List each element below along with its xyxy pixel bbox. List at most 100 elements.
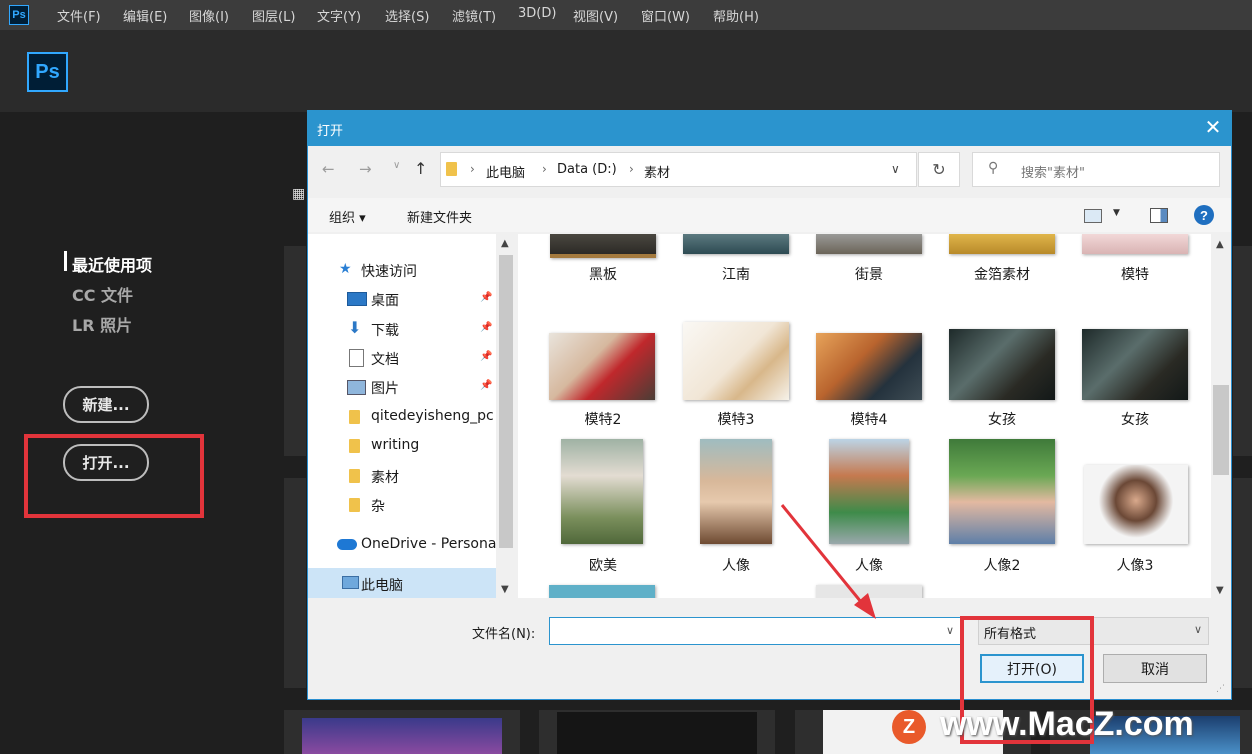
- up-icon[interactable]: ↑: [414, 159, 427, 178]
- file-thumbnail[interactable]: [1082, 234, 1188, 254]
- chevron-right-icon: ›: [629, 162, 634, 176]
- cloud-icon: [337, 539, 357, 550]
- file-thumbnail[interactable]: [816, 333, 922, 400]
- nav-item-folder[interactable]: 杂: [371, 496, 385, 516]
- menu-help[interactable]: 帮助(H): [713, 6, 759, 25]
- pin-icon: 📌: [480, 292, 493, 303]
- file-thumbnail[interactable]: [949, 234, 1055, 254]
- file-thumbnail[interactable]: [816, 234, 922, 254]
- file-thumbnail[interactable]: [949, 329, 1055, 400]
- sidebar-item-cc-files[interactable]: CC 文件: [72, 282, 133, 306]
- file-thumbnail[interactable]: [549, 585, 655, 598]
- download-icon: ⬇: [348, 318, 362, 337]
- nav-item-this-pc[interactable]: 此电脑: [361, 575, 403, 595]
- file-thumbnail[interactable]: [683, 322, 789, 400]
- menu-type[interactable]: 文字(Y): [317, 6, 361, 25]
- chevron-down-icon[interactable]: ▼: [1113, 208, 1120, 218]
- menu-image[interactable]: 图像(I): [189, 6, 229, 25]
- file-name: 金箔素材: [974, 267, 1030, 283]
- recent-thumbnail[interactable]: [1233, 478, 1252, 688]
- search-input[interactable]: [972, 152, 1220, 187]
- chevron-down-icon[interactable]: ∨: [393, 160, 400, 171]
- menu-bar: [0, 0, 1252, 30]
- ps-logo: Ps: [27, 52, 68, 92]
- chevron-down-icon[interactable]: ∨: [946, 624, 954, 637]
- document-icon: [349, 349, 364, 367]
- highlight-box: [24, 434, 204, 518]
- pin-icon: 📌: [480, 322, 493, 333]
- view-options-icon[interactable]: [1084, 209, 1102, 223]
- menu-view[interactable]: 视图(V): [573, 6, 618, 25]
- nav-item-onedrive[interactable]: OneDrive - Persona: [361, 536, 496, 552]
- star-icon: ★: [339, 261, 352, 277]
- chevron-down-icon: ∨: [1193, 623, 1202, 636]
- breadcrumb-folder[interactable]: 素材: [644, 162, 670, 181]
- cancel-button[interactable]: 取消: [1103, 654, 1207, 683]
- nav-item-folder[interactable]: writing: [371, 437, 419, 453]
- content-scrollbar-thumb[interactable]: [1213, 385, 1229, 475]
- nav-item-desktop[interactable]: 桌面: [371, 290, 399, 310]
- sidebar-item-lr-photos[interactable]: LR 照片: [72, 312, 132, 336]
- help-icon[interactable]: ?: [1194, 205, 1214, 225]
- menu-edit[interactable]: 编辑(E): [123, 6, 167, 25]
- file-thumbnail[interactable]: [949, 439, 1055, 544]
- scroll-down-icon[interactable]: ▼: [501, 584, 509, 595]
- close-icon[interactable]: ✕: [1200, 114, 1226, 140]
- scroll-up-icon[interactable]: ▲: [1216, 239, 1224, 250]
- new-button[interactable]: 新建...: [63, 386, 149, 423]
- file-name: 街景: [855, 267, 883, 283]
- nav-item-quick-access[interactable]: 快速访问: [361, 261, 417, 281]
- nav-item-documents[interactable]: 文档: [371, 349, 399, 369]
- search-icon: ⚲: [988, 160, 999, 176]
- scroll-down-icon[interactable]: ▼: [1216, 585, 1224, 596]
- file-thumbnail[interactable]: [561, 439, 643, 544]
- refresh-icon[interactable]: ↻: [918, 152, 960, 187]
- recent-thumbnail[interactable]: [539, 710, 775, 754]
- menu-filter[interactable]: 滤镜(T): [452, 6, 496, 25]
- forward-icon[interactable]: →: [359, 160, 372, 178]
- recent-thumbnail[interactable]: [284, 478, 306, 688]
- back-icon[interactable]: ←: [322, 160, 335, 178]
- nav-item-folder[interactable]: qitedeyisheng_pc: [371, 408, 497, 424]
- organize-button[interactable]: 组织 ▾: [329, 207, 366, 226]
- grid-view-icon[interactable]: ▦: [292, 186, 305, 202]
- file-thumbnail[interactable]: [1084, 465, 1188, 544]
- file-name: 欧美: [589, 558, 617, 574]
- nav-item-pictures[interactable]: 图片: [371, 378, 399, 398]
- preview-pane-icon[interactable]: [1150, 208, 1168, 223]
- file-thumbnail[interactable]: [683, 234, 789, 254]
- menu-file[interactable]: 文件(F): [57, 6, 101, 25]
- recent-thumbnail[interactable]: [284, 710, 520, 754]
- resize-grip-icon[interactable]: ⋰: [1216, 684, 1225, 694]
- chevron-down-icon[interactable]: ∨: [891, 162, 900, 176]
- menu-3d[interactable]: 3D(D): [518, 6, 556, 21]
- menu-layer[interactable]: 图层(L): [252, 6, 295, 25]
- menu-window[interactable]: 窗口(W): [641, 6, 690, 25]
- nav-item-folder[interactable]: 素材: [371, 467, 399, 487]
- nav-item-downloads[interactable]: 下载: [371, 320, 399, 340]
- sidebar-item-recent[interactable]: 最近使用项: [72, 252, 152, 276]
- file-name: 女孩: [1121, 412, 1149, 428]
- file-thumbnail[interactable]: [1082, 329, 1188, 400]
- dialog-titlebar: [307, 110, 1232, 146]
- breadcrumb-drive[interactable]: Data (D:): [557, 162, 617, 177]
- file-thumbnail[interactable]: [700, 439, 772, 544]
- menu-select[interactable]: 选择(S): [385, 6, 429, 25]
- filename-label: 文件名(N):: [472, 627, 536, 642]
- pin-icon: 📌: [480, 380, 493, 391]
- file-name: 模特3: [717, 412, 755, 428]
- pin-icon: 📌: [480, 351, 493, 362]
- computer-icon: [342, 576, 359, 589]
- nav-scrollbar-thumb[interactable]: [499, 255, 513, 548]
- filename-input[interactable]: [549, 617, 963, 645]
- recent-thumbnail[interactable]: [1233, 246, 1252, 456]
- new-folder-button[interactable]: 新建文件夹: [407, 207, 472, 226]
- scroll-up-icon[interactable]: ▲: [501, 238, 509, 249]
- recent-thumbnail[interactable]: [284, 246, 306, 456]
- file-thumbnail[interactable]: [549, 333, 655, 400]
- file-name: 模特2: [584, 412, 622, 428]
- breadcrumb-this-pc[interactable]: 此电脑: [486, 162, 525, 181]
- dialog-title: 打开: [317, 124, 344, 139]
- file-thumbnail[interactable]: [550, 234, 656, 258]
- folder-icon: [446, 162, 457, 176]
